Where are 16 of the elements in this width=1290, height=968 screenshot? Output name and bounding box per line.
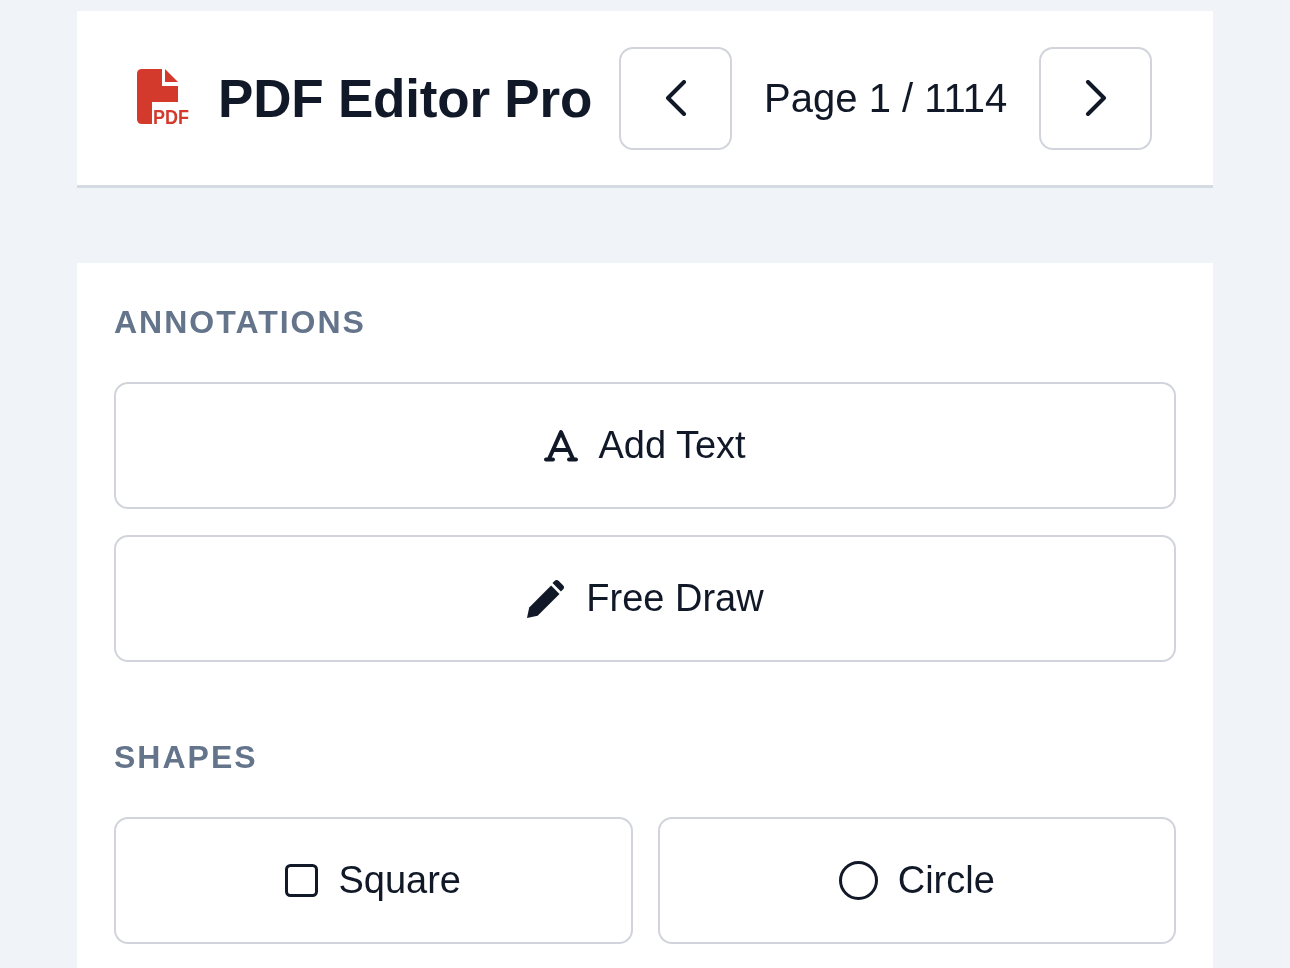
- square-icon: [285, 864, 319, 897]
- letter-a-icon: [544, 429, 579, 462]
- chevron-left-icon: [664, 80, 687, 116]
- chevron-right-icon: [1084, 80, 1107, 116]
- section-heading: ANNOTATIONS: [114, 303, 367, 341]
- circle-icon: [838, 861, 878, 900]
- previous-page-button[interactable]: [619, 46, 733, 150]
- pencil-icon: [526, 578, 567, 619]
- tool-button[interactable]: Add Text: [114, 382, 1176, 509]
- next-page-button[interactable]: [1039, 46, 1153, 150]
- app-title: PDF Editor Pro: [218, 67, 593, 129]
- page-indicator: Page 1 / 1114: [764, 75, 1008, 121]
- tool-button[interactable]: Circle: [657, 817, 1176, 944]
- tool-button[interactable]: Free Draw: [114, 535, 1176, 662]
- section-heading: SHAPES: [114, 738, 259, 776]
- tool-button[interactable]: Square: [114, 817, 633, 944]
